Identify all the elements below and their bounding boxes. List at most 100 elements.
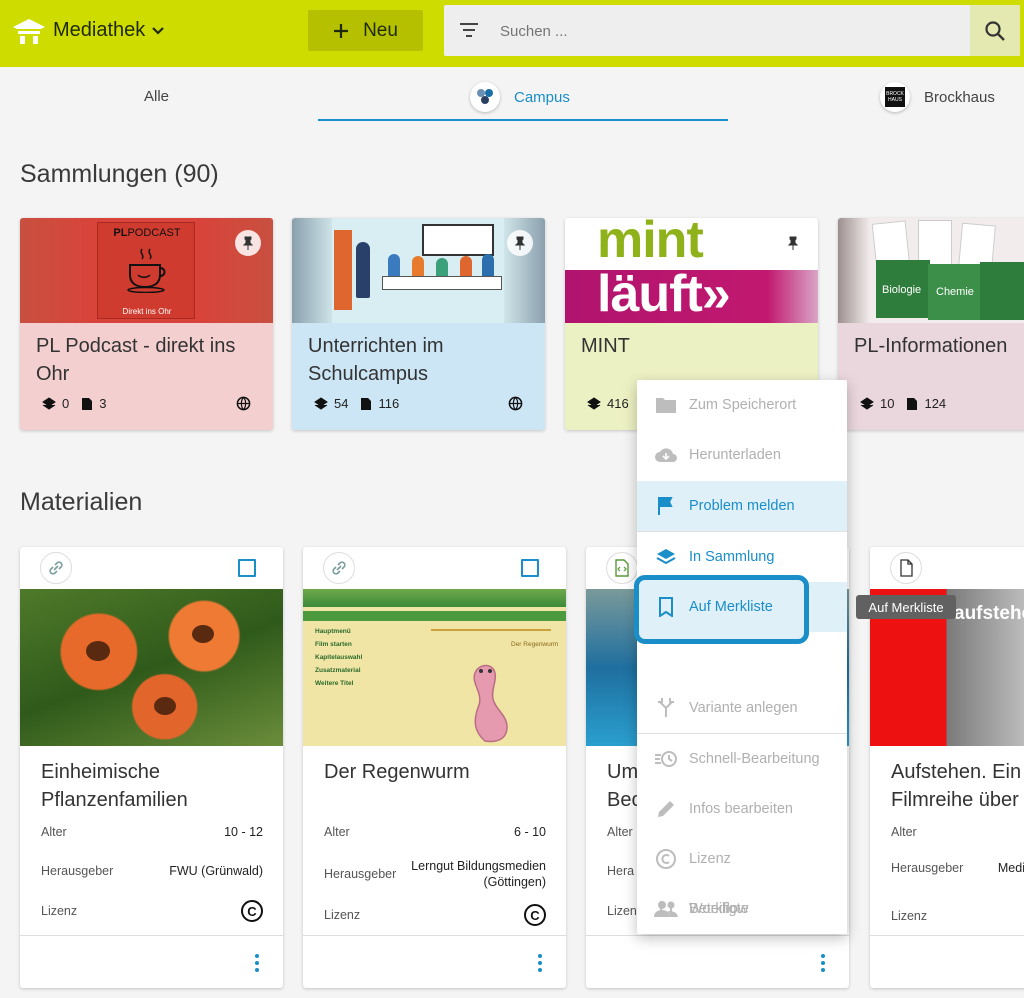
collection-title: Unterrichten im Schulcampus <box>308 335 444 385</box>
material-title: Aufstehen. Ein Filmreihe über <box>891 761 1022 811</box>
card-footer <box>20 935 283 988</box>
search-icon <box>985 20 1005 41</box>
top-bar: Mediathek Neu <box>0 0 1024 67</box>
app-title-dropdown[interactable]: Mediathek <box>53 19 165 42</box>
chevron-down-icon <box>152 26 165 35</box>
link-icon <box>323 552 355 584</box>
copyright-icon <box>656 849 676 869</box>
collection-card[interactable]: Biologie Chemie PL-Informationen 10 124 <box>838 218 1024 430</box>
layers-icon <box>860 396 874 410</box>
material-count: 3 <box>99 396 107 411</box>
herausgeber-label: Hera <box>607 864 635 878</box>
alter-value: 10 - 12 <box>224 825 263 839</box>
subcollection-count: 0 <box>62 396 70 411</box>
menu-item-zum-speicherort[interactable]: Zum Speicherort <box>637 380 847 430</box>
material-card[interactable]: Einheimische Pflanzenfamilien Alter 10 - … <box>20 547 283 988</box>
lizenz-label: Lizenz <box>324 908 361 922</box>
material-thumbnail: Hauptmenü Film starten Kapitelauswahl Zu… <box>303 589 566 746</box>
collection-image: Biologie Chemie <box>838 218 1024 323</box>
search-input[interactable] <box>500 17 900 45</box>
quick-edit-icon <box>655 751 677 767</box>
card-footer <box>303 935 566 988</box>
menu-item-variante-anlegen[interactable]: Variante anlegen <box>637 683 847 734</box>
select-checkbox[interactable] <box>238 559 256 577</box>
herausgeber-value: Lerngut Bildungsmedien (Göttingen) <box>411 859 546 889</box>
copyright-icon: C <box>241 900 263 922</box>
collection-card[interactable]: PLPODCAST Direkt ins Ohr PL Podcast - di… <box>20 218 273 430</box>
new-button[interactable]: Neu <box>308 10 423 51</box>
menu-item-herunterladen[interactable]: Herunterladen <box>637 430 847 480</box>
search-button[interactable] <box>970 5 1020 56</box>
alter-label: Alter <box>891 825 917 839</box>
layers-icon <box>314 396 328 410</box>
card-footer <box>870 935 1024 988</box>
lizenz-label: Lizenz <box>41 904 78 918</box>
alter-label: Alter <box>324 825 350 839</box>
pin-icon[interactable] <box>235 230 261 256</box>
tab-campus[interactable]: Campus <box>470 82 570 112</box>
filter-icon[interactable] <box>458 20 480 40</box>
new-button-label: Neu <box>363 19 398 41</box>
menu-item-workflow[interactable]: Workflow <box>637 884 847 934</box>
menu-item-problem-melden[interactable]: Problem melden <box>637 481 847 531</box>
copyright-icon: C <box>524 904 546 926</box>
campus-hexagon-icon <box>470 82 500 112</box>
subcollection-count: 10 <box>880 396 895 411</box>
collection-image: PLPODCAST Direkt ins Ohr <box>20 218 273 323</box>
more-vertical-icon[interactable] <box>534 952 546 974</box>
workflow-icon <box>657 901 675 917</box>
material-card[interactable]: Hauptmenü Film starten Kapitelauswahl Zu… <box>303 547 566 988</box>
material-title: Der Regenwurm <box>324 761 470 783</box>
materials-heading: Materialien <box>20 488 143 516</box>
subcollection-count: 54 <box>334 396 349 411</box>
material-count: 116 <box>378 396 400 411</box>
collection-title: PL-Informationen <box>854 335 1008 357</box>
layers-icon <box>587 396 601 410</box>
menu-item-auf-merkliste[interactable]: Auf Merkliste <box>637 582 803 632</box>
tab-campus-label: Campus <box>514 88 570 106</box>
collection-stats: 416 <box>587 396 629 411</box>
lizenz-label: Lizen <box>607 904 637 918</box>
menu-item-schnell-bearbeitung[interactable]: Schnell-Bearbeitung <box>637 734 847 784</box>
pencil-icon <box>658 801 674 817</box>
herausgeber-label: Herausgeber <box>891 861 964 875</box>
layers-icon <box>656 548 676 564</box>
herausgeber-value: Medienpr <box>997 861 1024 875</box>
collection-stats: 0 3 <box>42 396 106 411</box>
pin-icon[interactable] <box>780 230 806 256</box>
lizenz-label: Lizenz <box>891 909 928 923</box>
more-vertical-icon[interactable] <box>251 952 263 974</box>
code-file-icon <box>606 552 638 584</box>
subcollection-count: 416 <box>607 396 629 411</box>
more-vertical-icon[interactable] <box>817 952 829 974</box>
material-title: Einheimische Pflanzenfamilien <box>41 761 188 811</box>
menu-item-highlight-extension <box>809 582 847 632</box>
tab-brockhaus[interactable]: BROCK HAUS Brockhaus <box>880 82 995 112</box>
tab-brockhaus-label: Brockhaus <box>924 88 995 106</box>
collection-title: PL Podcast - direkt ins Ohr <box>36 335 236 385</box>
collection-card[interactable]: Unterrichten im Schulcampus 54 116 <box>292 218 545 430</box>
brockhaus-logo-icon: BROCK HAUS <box>880 82 910 112</box>
plus-icon <box>334 23 349 38</box>
menu-item-in-sammlung[interactable]: In Sammlung <box>637 531 847 581</box>
cloud-download-icon <box>655 448 677 462</box>
collection-stats: 10 124 <box>860 396 946 411</box>
alter-label: Alter <box>41 825 67 839</box>
herausgeber-label: Herausgeber <box>41 864 114 878</box>
collection-title: MINT <box>581 335 630 357</box>
select-checkbox[interactable] <box>521 559 539 577</box>
pin-icon[interactable] <box>507 230 533 256</box>
alter-value: 6 - 10 <box>514 825 546 839</box>
menu-item-infos-bearbeiten[interactable]: Infos bearbeiten <box>637 784 847 834</box>
material-count: 124 <box>924 396 947 411</box>
active-tab-indicator <box>318 119 728 121</box>
tooltip: Auf Merkliste <box>856 595 956 619</box>
tab-alle[interactable]: Alle <box>144 88 169 105</box>
card-footer <box>586 935 849 988</box>
alter-label: Alter <box>607 825 633 839</box>
globe-icon <box>236 396 251 411</box>
file-icon <box>907 397 918 410</box>
bookmark-icon <box>659 597 673 617</box>
layers-icon <box>42 396 56 410</box>
menu-item-lizenz[interactable]: Lizenz <box>637 834 847 884</box>
